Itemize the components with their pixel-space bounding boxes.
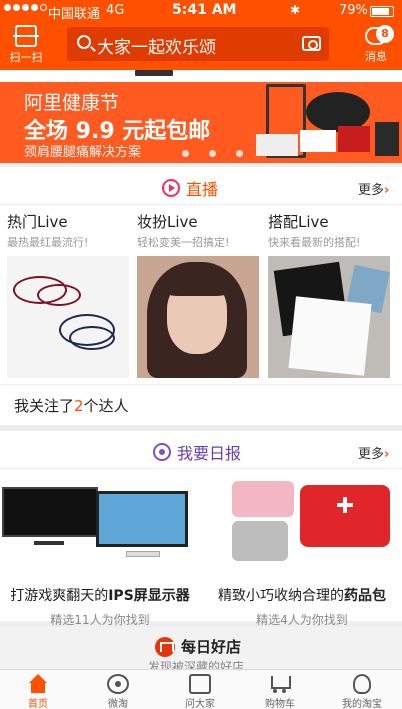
daily-report-icon <box>153 443 171 461</box>
promo-banner[interactable]: 阿里健康节 全场 9.9 元起包邮 颈肩腰腿痛解决方案 <box>0 82 402 163</box>
daily-item-title: 打游戏爽翻天的IPS屏显示器 <box>10 588 190 604</box>
profile-icon <box>353 674 371 694</box>
live-title[interactable]: 直播 <box>162 176 218 200</box>
outfit-image <box>268 256 390 378</box>
live-card-title: 搭配Live <box>268 213 329 231</box>
tab-weitao[interactable]: 微淘 <box>88 674 148 709</box>
scan-button[interactable]: 扫一扫 <box>6 25 46 65</box>
daily-title[interactable]: 我要日报 <box>153 440 241 464</box>
product-box-image <box>338 126 370 152</box>
search-icon <box>77 35 91 49</box>
daily-item-subtitle: 精选11人为你找到 <box>50 613 150 627</box>
followed-experts-text: 我关注了2个达人 <box>14 395 129 416</box>
host-portrait-image <box>137 256 259 378</box>
scan-icon <box>13 25 39 47</box>
daily-item-title: 精致小巧收纳合理的药品包 <box>218 588 386 604</box>
live-card-title: 热门Live <box>7 213 68 231</box>
daily-report-section: 我要日报 更多› 打游戏爽翻天的IPS屏显示器 精选11人为你找到 精致小巧收纳… <box>0 431 402 627</box>
live-card-subtitle: 轻松变美一招搞定! <box>137 236 230 249</box>
status-bar: 中国联通 4G 5:41 AM ✱ 79% <box>0 0 402 22</box>
product-box-image <box>375 122 399 156</box>
ask-icon <box>189 674 211 694</box>
hair-ties-image <box>7 256 129 378</box>
search-placeholder: 大家一起欢乐颂 <box>97 38 216 58</box>
live-title-text: 直播 <box>186 180 219 199</box>
live-section: 直播 更多› 热门Live 最热最红最流行! 妆扮Live 轻松变美一招搞定! … <box>0 167 402 425</box>
shop-icon <box>155 636 175 657</box>
daily-shops-title-text: 每日好店 <box>181 638 242 656</box>
tab-home[interactable]: 首页 <box>8 674 68 709</box>
daily-shops-section[interactable]: 每日好店 发现被深藏的好店 <box>0 627 402 674</box>
bottom-tab-bar: 首页 微淘 问大家 购物车 我的淘宝 <box>0 669 402 709</box>
live-card-title: 妆扮Live <box>137 213 198 231</box>
tab-label: 微淘 <box>108 699 128 709</box>
carrier-name: 中国联通 <box>48 7 101 22</box>
live-more-link[interactable]: 更多› <box>358 179 389 198</box>
live-card-hot[interactable]: 热门Live 最热最红最流行! <box>7 211 131 378</box>
follow-suffix: 个达人 <box>83 397 129 415</box>
banner-top-strip <box>0 70 402 82</box>
live-card-outfit[interactable]: 搭配Live 快来看最新的搭配! <box>268 211 392 378</box>
play-icon <box>162 179 180 197</box>
battery-percent: 79% <box>339 3 368 18</box>
network-type: 4G <box>106 3 125 18</box>
camera-icon[interactable] <box>302 36 321 51</box>
tab-my-taobao[interactable]: 我的淘宝 <box>332 674 392 709</box>
daily-item-medicine-bag[interactable]: 精致小巧收纳合理的药品包 精选4人为你找到 <box>202 471 402 628</box>
follow-prefix: 我关注了 <box>14 397 75 415</box>
live-header: 直播 更多› <box>0 167 402 205</box>
search-bar[interactable]: 大家一起欢乐颂 <box>67 27 329 61</box>
banner-page-dots[interactable] <box>182 150 243 157</box>
daily-item-monitor[interactable]: 打游戏爽翻天的IPS屏显示器 精选11人为你找到 <box>0 471 200 628</box>
product-box-image <box>300 130 336 152</box>
battery-icon <box>370 6 394 17</box>
tab-label: 问大家 <box>185 699 215 709</box>
tab-label: 我的淘宝 <box>342 699 382 709</box>
monitor-image <box>0 471 196 579</box>
daily-header: 我要日报 更多› <box>0 431 402 469</box>
more-label: 更多 <box>358 183 385 198</box>
medicine-bag-image <box>202 471 398 579</box>
chevron-right-icon: › <box>384 183 390 198</box>
live-card-makeup[interactable]: 妆扮Live 轻松变美一招搞定! <box>137 211 261 378</box>
banner-subtitle: 颈肩腰腿痛解决方案 <box>24 145 142 160</box>
chevron-right-icon: › <box>384 447 390 462</box>
signal-strength-icon <box>4 4 47 11</box>
daily-title-text: 我要日报 <box>177 444 242 463</box>
tab-ask[interactable]: 问大家 <box>170 674 230 709</box>
messages-label: 消息 <box>365 50 387 63</box>
clock: 5:41 AM <box>172 2 237 18</box>
top-header: 中国联通 4G 5:41 AM ✱ 79% 扫一扫 大家一起欢乐颂 8 消息 <box>0 0 402 70</box>
messages-button[interactable]: 8 消息 <box>356 25 396 65</box>
live-card-subtitle: 快来看最新的搭配! <box>268 236 361 249</box>
product-box-image <box>256 134 298 156</box>
daily-item-subtitle: 精选4人为你找到 <box>256 613 348 627</box>
tab-label: 首页 <box>28 699 48 709</box>
scan-label: 扫一扫 <box>9 51 43 64</box>
tab-cart[interactable]: 购物车 <box>250 674 310 709</box>
tab-label: 购物车 <box>265 699 295 709</box>
product-thumbnail <box>135 70 173 76</box>
messages-badge: 8 <box>376 25 394 43</box>
follow-count: 2 <box>74 397 84 415</box>
cart-icon <box>269 674 291 694</box>
daily-more-link[interactable]: 更多› <box>358 443 389 462</box>
bluetooth-icon: ✱ <box>290 3 301 17</box>
banner-title: 阿里健康节 <box>24 92 120 114</box>
weitao-icon <box>107 674 129 694</box>
live-card-subtitle: 最热最红最流行! <box>7 236 89 249</box>
daily-shops-title: 每日好店 <box>155 636 241 657</box>
followed-experts-row[interactable]: 我关注了2个达人 <box>0 384 402 425</box>
more-label: 更多 <box>358 447 385 462</box>
home-icon <box>27 674 49 694</box>
